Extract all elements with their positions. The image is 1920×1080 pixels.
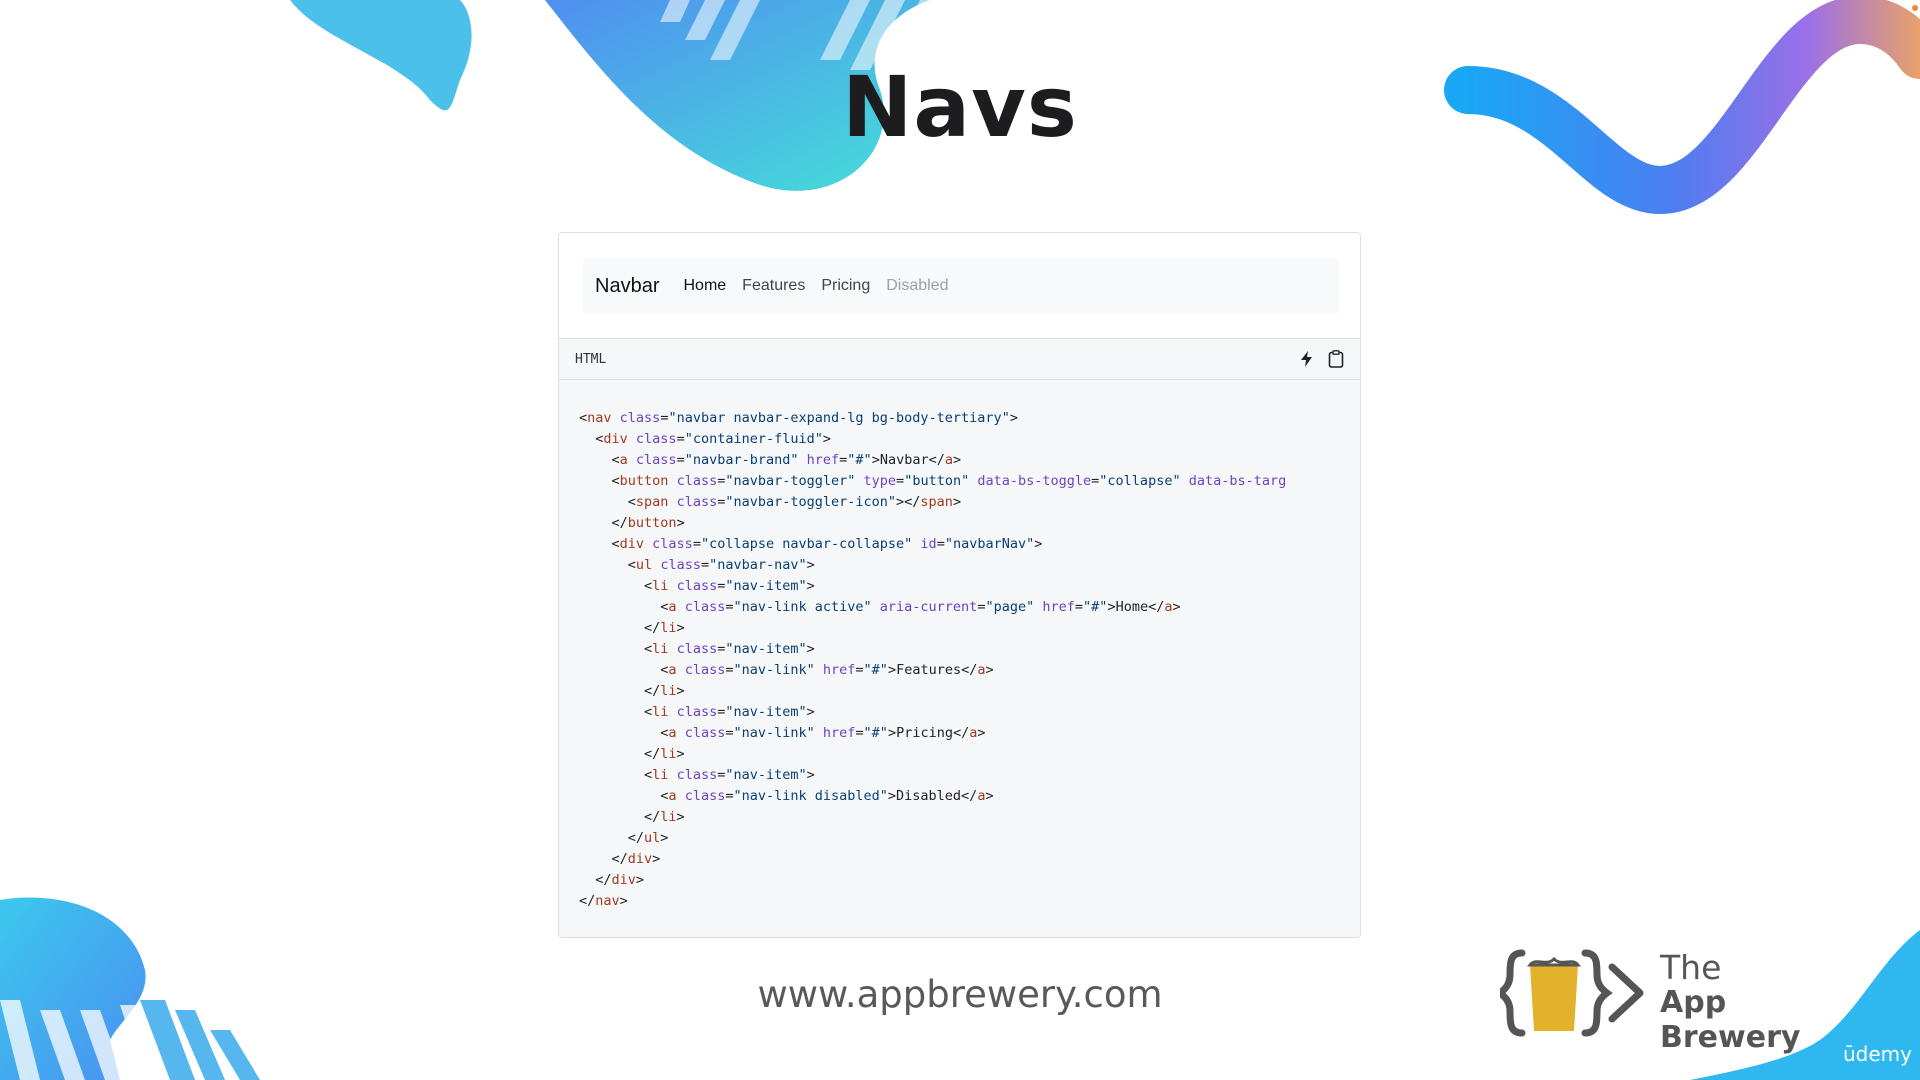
nav-link-home[interactable]: Home — [683, 277, 726, 295]
udemy-watermark: ūdemy — [1843, 1042, 1912, 1066]
code-line: <div class="container-fluid"> — [579, 431, 832, 447]
code-line: <li class="nav-item"> — [579, 578, 815, 594]
logo-text-the: The — [1660, 948, 1722, 987]
code-line: <li class="nav-item"> — [579, 641, 815, 657]
code-line: </li> — [579, 683, 685, 699]
code-line: </li> — [579, 809, 685, 825]
code-line: </div> — [579, 851, 661, 867]
navbar-preview: Navbar Home Features Pricing Disabled — [559, 233, 1360, 339]
code-line: <li class="nav-item"> — [579, 767, 815, 783]
logo-text-name: App Brewery — [1660, 985, 1801, 1055]
code-line: </li> — [579, 620, 685, 636]
code-line: <span class="navbar-toggler-icon"></span… — [579, 494, 962, 510]
code-line: <a class="nav-link" href="#">Features</a… — [579, 662, 994, 678]
code-line: </li> — [579, 746, 685, 762]
code-line: <a class="nav-link disabled">Disabled</a… — [579, 788, 994, 804]
brewery-logo-icon — [1494, 949, 1644, 1037]
lightning-icon[interactable] — [1300, 351, 1314, 367]
clipboard-icon[interactable] — [1328, 350, 1344, 368]
nav-link-features[interactable]: Features — [742, 277, 805, 295]
code-line: </ul> — [579, 830, 669, 846]
code-line: <a class="nav-link" href="#">Pricing</a> — [579, 725, 986, 741]
code-line: </nav> — [579, 893, 628, 909]
preview-navbar: Navbar Home Features Pricing Disabled — [583, 258, 1339, 314]
code-block: <nav class="navbar navbar-expand-lg bg-b… — [559, 380, 1360, 937]
code-actions — [1300, 350, 1344, 368]
code-header: HTML — [559, 339, 1360, 380]
example-card: Navbar Home Features Pricing Disabled HT… — [558, 232, 1361, 938]
nav-link-disabled: Disabled — [886, 277, 949, 294]
code-line: <ul class="navbar-nav"> — [579, 557, 815, 573]
code-listing: <nav class="navbar navbar-expand-lg bg-b… — [579, 408, 1360, 912]
code-line: </button> — [579, 515, 685, 531]
app-brewery-logo: The App Brewery — [1494, 945, 1860, 1055]
code-line: <a class="nav-link active" aria-current=… — [579, 599, 1181, 615]
navbar-brand[interactable]: Navbar — [595, 275, 659, 298]
code-line: <nav class="navbar navbar-expand-lg bg-b… — [579, 410, 1018, 426]
nav-link-pricing[interactable]: Pricing — [821, 277, 870, 295]
code-line: <button class="navbar-toggler" type="but… — [579, 473, 1287, 489]
slide-title: Navs — [842, 58, 1078, 156]
code-line: <li class="nav-item"> — [579, 704, 815, 720]
code-line: <a class="navbar-brand" href="#">Navbar<… — [579, 452, 962, 468]
code-language-label: HTML — [575, 351, 607, 367]
code-line: </div> — [579, 872, 645, 888]
code-line: <div class="collapse navbar-collapse" id… — [579, 536, 1043, 552]
